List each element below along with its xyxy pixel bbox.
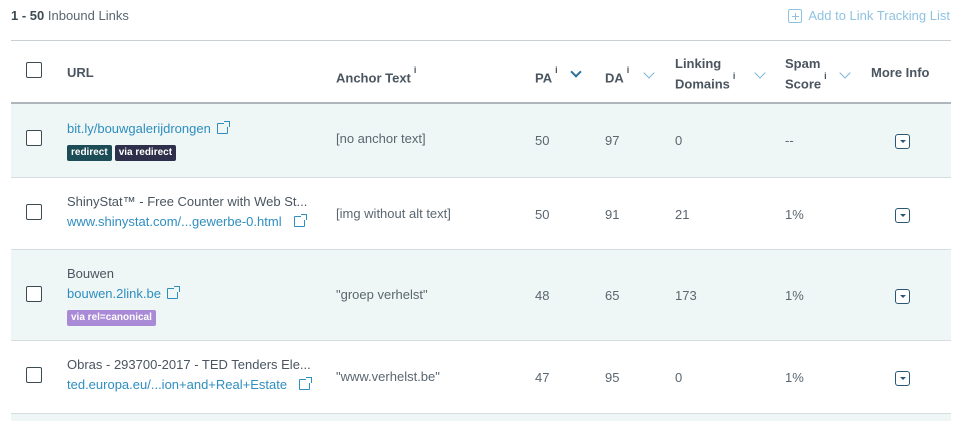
row-page-title: Bouwen xyxy=(67,266,114,281)
da-value: 65 xyxy=(605,288,620,303)
external-link-icon[interactable] xyxy=(293,214,307,227)
da-value: 91 xyxy=(605,207,620,222)
sort-chevron-icon[interactable] xyxy=(754,67,766,79)
column-linking-line2: Domains xyxy=(675,76,730,92)
more-info-dropdown-icon[interactable] xyxy=(895,208,910,223)
column-anchor-text-label: Anchor Text xyxy=(336,70,411,86)
row-page-title: Obras - 293700-2017 - TED Tenders Ele... xyxy=(67,357,311,372)
more-info-dropdown-icon[interactable] xyxy=(895,371,910,386)
linking-domains-value: 0 xyxy=(675,370,683,385)
info-icon[interactable]: i xyxy=(555,65,558,75)
row-url-link[interactable]: ted.europa.eu/...ion+and+Real+Estate xyxy=(67,377,287,392)
column-linking-line1: Linking xyxy=(675,56,722,71)
column-more-info: More Info xyxy=(871,65,930,80)
pa-value: 47 xyxy=(535,370,550,385)
via-redirect-badge: via redirect xyxy=(114,145,177,161)
external-link-icon[interactable] xyxy=(216,121,230,134)
results-range: 1 - 50 Inbound Links xyxy=(11,8,129,23)
redirect-badge: redirect xyxy=(67,145,112,161)
column-da[interactable]: DAi xyxy=(605,65,630,86)
sort-desc-active-icon[interactable] xyxy=(570,66,582,78)
anchor-text: [no anchor text] xyxy=(336,131,426,146)
column-spam-line1: Spam xyxy=(785,56,821,71)
select-all-checkbox[interactable] xyxy=(26,62,42,78)
row-url-link[interactable]: www.shinystat.com/...gewerbe-0.html xyxy=(67,214,282,229)
sort-chevron-icon[interactable] xyxy=(839,67,851,79)
range-count: 1 - 50 xyxy=(11,8,45,23)
row-checkbox[interactable] xyxy=(26,286,42,302)
add-to-link-tracking-label: Add to Link Tracking List xyxy=(808,8,950,23)
row-checkbox[interactable] xyxy=(26,204,42,220)
table-row-partial xyxy=(11,414,951,421)
linking-domains-value: 173 xyxy=(675,288,697,303)
pa-value: 48 xyxy=(535,288,550,303)
column-pa-label: PA xyxy=(535,70,553,86)
row-checkbox[interactable] xyxy=(26,367,42,383)
table-row: Bouwen bouwen.2link.be via rel=canonical… xyxy=(11,250,951,341)
row-page-title: ShinyStat™ - Free Counter with Web St... xyxy=(67,194,308,209)
spam-score-value: 1% xyxy=(785,288,804,303)
da-value: 97 xyxy=(605,133,620,148)
table-row: Obras - 293700-2017 - TED Tenders Ele...… xyxy=(11,341,951,414)
range-label: Inbound Links xyxy=(47,8,129,23)
external-link-icon[interactable] xyxy=(166,286,180,299)
anchor-text: "groep verhelst" xyxy=(336,287,428,302)
column-url[interactable]: URL xyxy=(67,64,94,81)
column-linking-domains[interactable]: Linking Domainsi xyxy=(675,55,735,92)
column-anchor-text[interactable]: Anchor Texti xyxy=(336,65,417,86)
row-url-link[interactable]: bit.ly/bouwgalerijdrongen xyxy=(67,121,211,136)
external-link-icon[interactable] xyxy=(299,377,313,390)
column-spam-line2: Score xyxy=(785,76,822,92)
linking-domains-value: 0 xyxy=(675,133,683,148)
linking-domains-value: 21 xyxy=(675,207,690,222)
results-header: 1 - 50 Inbound Links Add to Link Trackin… xyxy=(0,0,956,40)
column-pa[interactable]: PAi xyxy=(535,65,558,86)
row-checkbox[interactable] xyxy=(26,130,42,146)
da-value: 95 xyxy=(605,370,620,385)
column-da-label: DA xyxy=(605,70,624,86)
info-icon[interactable]: i xyxy=(824,71,827,81)
sort-chevron-icon[interactable] xyxy=(643,67,655,79)
add-to-link-tracking-button[interactable]: Add to Link Tracking List xyxy=(788,8,950,23)
pa-value: 50 xyxy=(535,207,550,222)
spam-score-value: 1% xyxy=(785,370,804,385)
column-spam-score[interactable]: Spam Scorei xyxy=(785,55,827,92)
table-row: bit.ly/bouwgalerijdrongen redirect via re… xyxy=(11,104,951,178)
canonical-badge: via rel=canonical xyxy=(67,310,156,326)
table-header: URL Anchor Texti PAi DAi Linking Domains… xyxy=(11,40,951,104)
row-url-link[interactable]: bouwen.2link.be xyxy=(67,286,161,301)
info-icon[interactable]: i xyxy=(627,65,630,75)
table-row: ShinyStat™ - Free Counter with Web St...… xyxy=(11,178,951,250)
anchor-text: "www.verhelst.be" xyxy=(336,369,440,384)
more-info-dropdown-icon[interactable] xyxy=(895,289,910,304)
pa-value: 50 xyxy=(535,133,550,148)
info-icon[interactable]: i xyxy=(733,71,736,81)
info-icon[interactable]: i xyxy=(414,65,417,75)
anchor-text: [img without alt text] xyxy=(336,206,451,221)
inbound-links-table: URL Anchor Texti PAi DAi Linking Domains… xyxy=(11,40,951,421)
spam-score-value: -- xyxy=(785,133,794,148)
spam-score-value: 1% xyxy=(785,207,804,222)
plus-box-icon xyxy=(788,8,803,23)
more-info-dropdown-icon[interactable] xyxy=(895,134,910,149)
